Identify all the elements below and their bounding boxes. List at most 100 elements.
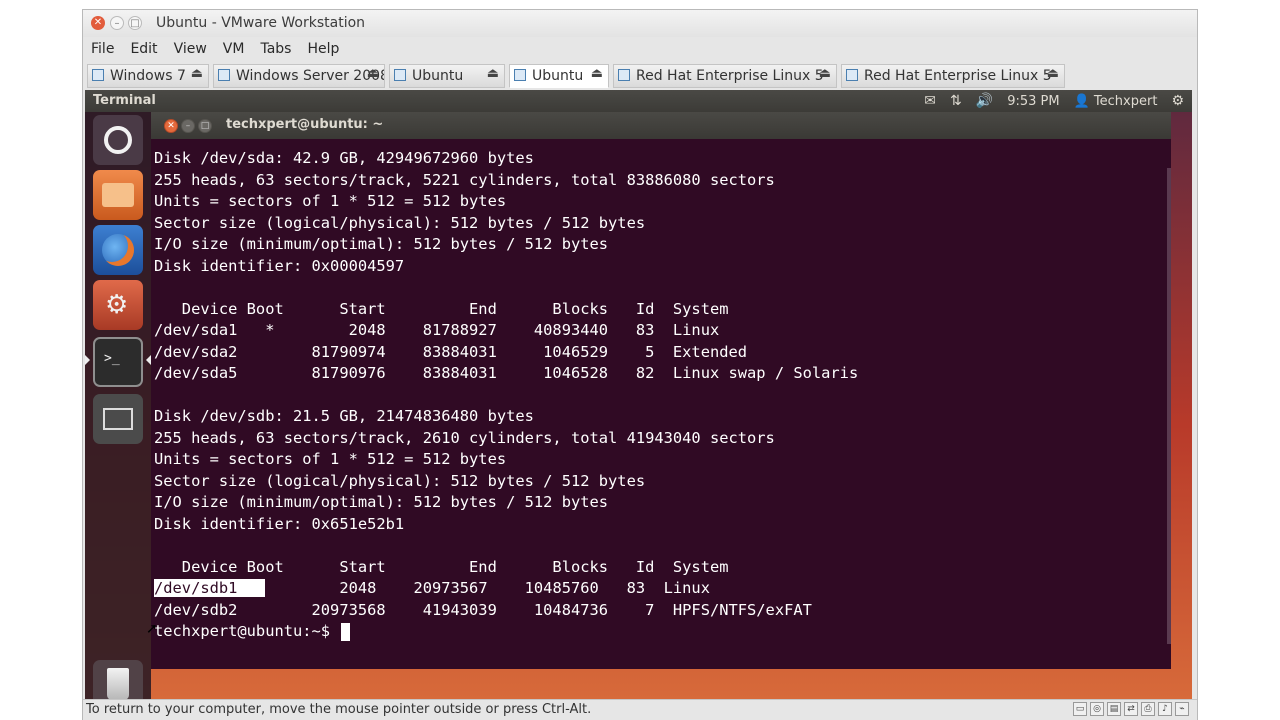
terminal-titlebar[interactable]: ✕ – □ techxpert@ubuntu: ~ bbox=[151, 112, 1171, 139]
statusbar: To return to your computer, move the mou… bbox=[83, 699, 1197, 720]
menu-vm[interactable]: VM bbox=[215, 37, 253, 62]
vm-icon bbox=[394, 69, 406, 81]
terminal-line: Units = sectors of 1 * 512 = 512 bytes bbox=[154, 192, 507, 210]
user-name: Techxpert bbox=[1093, 93, 1158, 109]
mail-icon[interactable]: ✉ bbox=[924, 93, 936, 109]
vmware-window: ✕ – □ Ubuntu - VMware Workstation File Ed… bbox=[82, 9, 1198, 720]
minimize-icon[interactable]: – bbox=[110, 16, 124, 30]
vm-tab[interactable]: Ubuntu ⏏ bbox=[389, 64, 505, 88]
vmware-titlebar[interactable]: ✕ – □ Ubuntu - VMware Workstation bbox=[83, 10, 1197, 37]
tab-close-icon[interactable]: ⏏ bbox=[191, 66, 203, 81]
menu-file[interactable]: File bbox=[83, 37, 122, 62]
output-lines: Disk /dev/sda: 42.9 GB, 42949672960 byte… bbox=[154, 148, 1154, 578]
tab-close-icon[interactable]: ⏏ bbox=[591, 66, 603, 81]
ubuntu-top-panel: Terminal ✉ ⇅ 🔊 9:53 PM 👤 Techxpert ⚙ bbox=[85, 90, 1192, 112]
terminal-line: Disk /dev/sda: 42.9 GB, 42949672960 byte… bbox=[154, 149, 534, 167]
tab-close-icon[interactable]: ⏏ bbox=[487, 66, 499, 81]
terminal-line: I/O size (minimum/optimal): 512 bytes / … bbox=[154, 235, 609, 253]
terminal-line: Device Boot Start End Blocks Id System bbox=[154, 299, 729, 318]
trash-icon[interactable] bbox=[93, 660, 143, 699]
menu-tabs[interactable]: Tabs bbox=[252, 37, 299, 62]
close-icon[interactable]: ✕ bbox=[164, 119, 178, 133]
terminal-line: /dev/sda5 81790976 83884031 1046528 82 L… bbox=[154, 364, 859, 382]
selected-text: /dev/sdb1 bbox=[154, 579, 266, 597]
terminal-line: /dev/sda1 * 2048 81788927 40893440 83 Li… bbox=[154, 321, 720, 339]
vm-icon bbox=[618, 69, 630, 81]
terminal-line: Disk identifier: 0x00004597 bbox=[154, 256, 405, 275]
vm-icon bbox=[846, 69, 858, 81]
text-cursor bbox=[341, 622, 351, 641]
workspace-switcher-icon[interactable] bbox=[93, 394, 143, 444]
vm-tab-label: Red Hat Enterprise Linux 5 bbox=[864, 68, 1052, 84]
tab-close-icon[interactable]: ⏏ bbox=[1047, 66, 1059, 81]
sound-icon[interactable]: ♪ bbox=[1158, 702, 1172, 716]
menu-help[interactable]: Help bbox=[299, 37, 347, 62]
volume-icon[interactable]: 🔊 bbox=[976, 93, 993, 109]
vm-tab[interactable]: Windows 7 ⏏ bbox=[87, 64, 209, 88]
usb-icon[interactable]: ⌁ bbox=[1175, 702, 1189, 716]
network-icon[interactable]: ⇅ bbox=[950, 93, 962, 109]
cd-icon[interactable]: ◎ bbox=[1090, 702, 1104, 716]
mouse-pointer-icon: ➚ bbox=[146, 621, 158, 637]
vm-tab-label: Windows Server 2008 bbox=[236, 68, 385, 84]
terminal-output[interactable]: Disk /dev/sda: 42.9 GB, 42949672960 byte… bbox=[154, 148, 1154, 668]
terminal-icon[interactable]: >_ bbox=[93, 337, 143, 387]
window-title: Ubuntu - VMware Workstation bbox=[156, 15, 366, 31]
hard-disk-icon[interactable]: ▭ bbox=[1073, 702, 1087, 716]
line-text: 2048 20973567 10485760 83 Linux bbox=[265, 579, 710, 597]
menu-view[interactable]: View bbox=[166, 37, 215, 62]
vm-tab[interactable]: Ubuntu ⏏ bbox=[509, 64, 609, 88]
launcher-running-indicator bbox=[85, 355, 90, 365]
terminal-line: Device Boot Start End Blocks Id System bbox=[154, 557, 729, 576]
unity-launcher: ⚙ >_ bbox=[85, 112, 151, 699]
user-menu[interactable]: 👤 Techxpert bbox=[1074, 94, 1158, 109]
terminal-line: I/O size (minimum/optimal): 512 bytes / … bbox=[154, 493, 609, 511]
tab-close-icon[interactable]: ⏏ bbox=[819, 66, 831, 81]
terminal-scrollbar[interactable] bbox=[1167, 168, 1171, 644]
terminal-line: 255 heads, 63 sectors/track, 5221 cylind… bbox=[154, 170, 775, 189]
terminal-window[interactable]: ✕ – □ techxpert@ubuntu: ~ Disk /dev/sda:… bbox=[151, 112, 1171, 669]
menu-edit[interactable]: Edit bbox=[122, 37, 165, 62]
vm-tab[interactable]: Red Hat Enterprise Linux 5 ⏏ bbox=[841, 64, 1065, 88]
maximize-icon[interactable]: □ bbox=[198, 119, 212, 133]
floppy-icon[interactable]: ▤ bbox=[1107, 702, 1121, 716]
firefox-icon[interactable] bbox=[93, 225, 143, 275]
terminal-line: Units = sectors of 1 * 512 = 512 bytes bbox=[154, 450, 507, 468]
vm-icon bbox=[514, 69, 526, 81]
gear-icon[interactable]: ⚙ bbox=[1171, 93, 1184, 109]
system-tray: ✉ ⇅ 🔊 9:53 PM 👤 Techxpert ⚙ bbox=[924, 92, 1184, 110]
guest-screen[interactable]: Terminal ✉ ⇅ 🔊 9:53 PM 👤 Techxpert ⚙ ⚙ >… bbox=[85, 90, 1192, 699]
vm-tab-label: Windows 7 bbox=[110, 68, 186, 84]
terminal-line: /dev/sdb1 2048 20973567 10485760 83 Linu… bbox=[154, 578, 1154, 600]
vm-tabs: Windows 7 ⏏ Windows Server 2008 ⏏ Ubuntu ⏏ Ubu… bbox=[85, 64, 1195, 88]
vm-tab[interactable]: Windows Server 2008 ⏏ bbox=[213, 64, 385, 88]
prompt-line[interactable]: techxpert@ubuntu:~$ bbox=[154, 621, 1154, 643]
status-message: To return to your computer, move the mou… bbox=[86, 702, 592, 717]
vm-tab-label: Ubuntu bbox=[532, 68, 584, 84]
terminal-line: Disk /dev/sdb: 21.5 GB, 21474836480 byte… bbox=[154, 407, 534, 425]
dash-home-icon[interactable] bbox=[93, 115, 143, 165]
terminal-line: Sector size (logical/physical): 512 byte… bbox=[154, 213, 646, 232]
terminal-line: 255 heads, 63 sectors/track, 2610 cylind… bbox=[154, 428, 775, 447]
vm-icon bbox=[92, 69, 104, 81]
menubar: File Edit View VM Tabs Help bbox=[83, 37, 1197, 62]
panel-app-title: Terminal bbox=[93, 93, 156, 108]
vm-tab-label: Ubuntu bbox=[412, 68, 464, 84]
tab-close-icon[interactable]: ⏏ bbox=[367, 66, 379, 81]
device-icons: ▭ ◎ ▤ ⇄ ⎙ ♪ ⌁ bbox=[1073, 702, 1189, 716]
network-adapter-icon[interactable]: ⇄ bbox=[1124, 702, 1138, 716]
vm-tab[interactable]: Red Hat Enterprise Linux 5 ⏏ bbox=[613, 64, 837, 88]
system-settings-icon[interactable]: ⚙ bbox=[93, 280, 143, 330]
terminal-line: /dev/sda2 81790974 83884031 1046529 5 Ex… bbox=[154, 342, 748, 361]
maximize-icon[interactable]: □ bbox=[128, 16, 142, 30]
files-icon[interactable] bbox=[93, 170, 143, 220]
user-icon: 👤 bbox=[1073, 93, 1090, 109]
printer-icon[interactable]: ⎙ bbox=[1141, 702, 1155, 716]
vm-tab-label: Red Hat Enterprise Linux 5 bbox=[636, 68, 824, 84]
minimize-icon[interactable]: – bbox=[181, 119, 195, 133]
close-icon[interactable]: ✕ bbox=[91, 16, 105, 30]
terminal-title: techxpert@ubuntu: ~ bbox=[226, 117, 384, 132]
clock[interactable]: 9:53 PM bbox=[1007, 94, 1059, 109]
